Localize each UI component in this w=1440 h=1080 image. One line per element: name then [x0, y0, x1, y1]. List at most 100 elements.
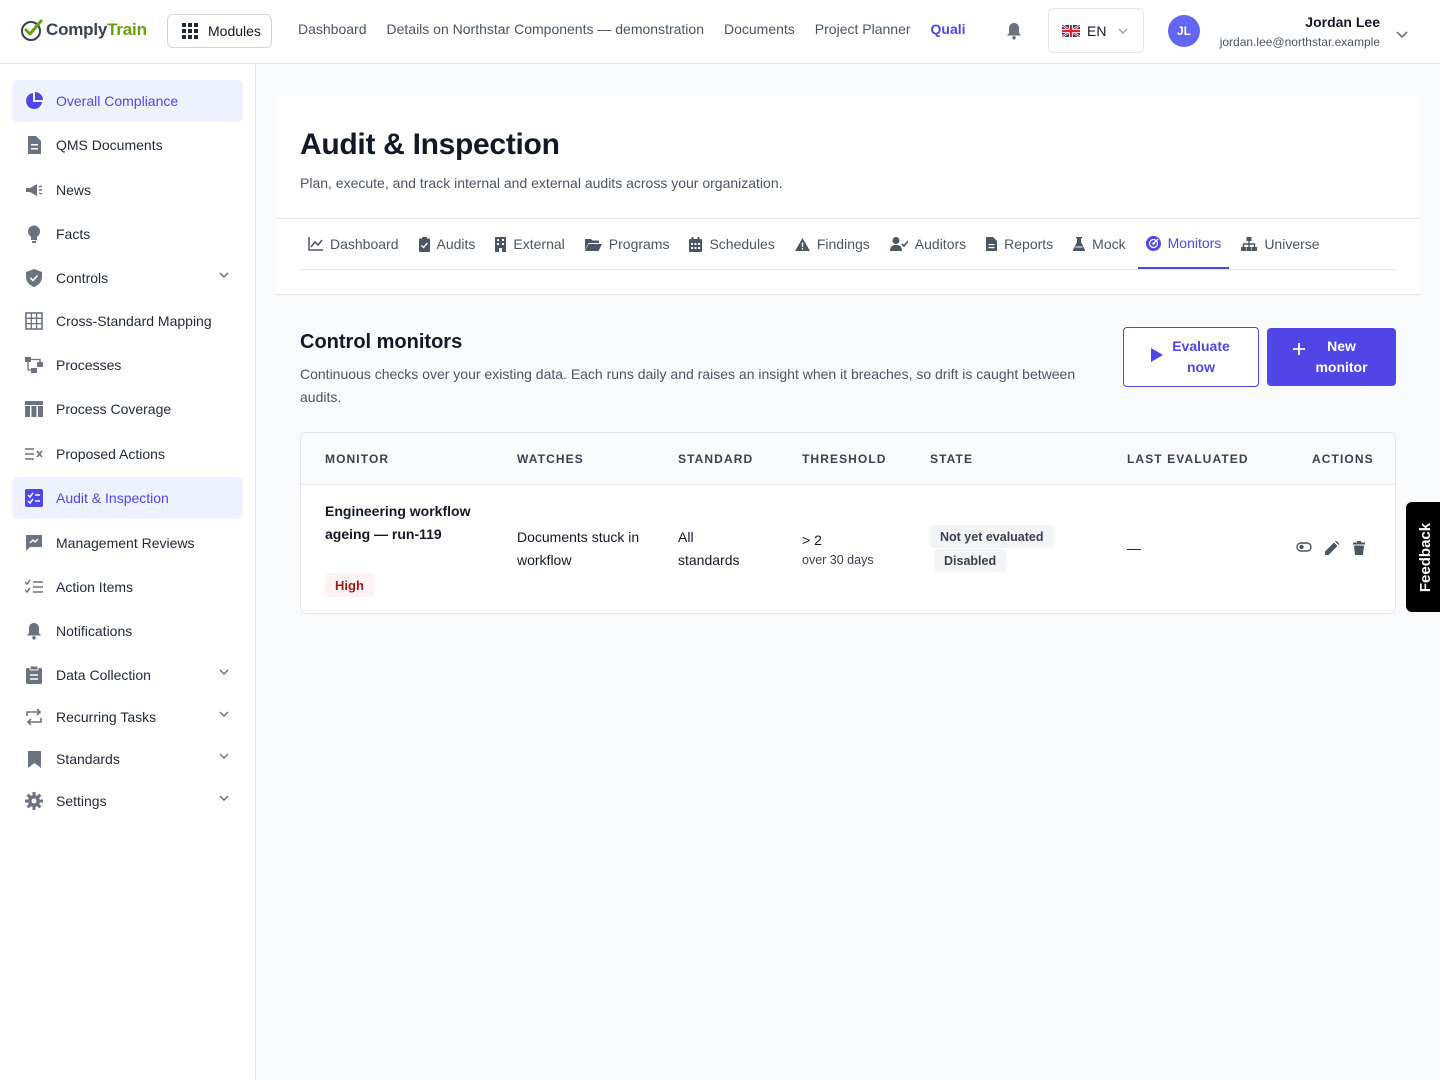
new-monitor-button[interactable]: New monitor [1267, 328, 1396, 386]
list-x-icon [24, 444, 44, 464]
sidebar-item-audit-inspection[interactable]: Audit & Inspection [12, 477, 243, 519]
lightbulb-icon [24, 224, 44, 244]
severity-badge: High [325, 573, 374, 597]
building-icon [495, 236, 507, 252]
tab-universe[interactable]: Universe [1233, 219, 1327, 269]
topnav-project-planner[interactable]: Project Planner [815, 21, 911, 37]
avatar[interactable]: JL [1168, 15, 1200, 47]
radar-icon [1145, 235, 1161, 251]
warning-icon [794, 237, 810, 251]
top-nav: Dashboard Details on Northstar Component… [298, 21, 974, 37]
delete-trash-icon[interactable] [1353, 541, 1365, 555]
feedback-tab[interactable]: Feedback [1406, 502, 1440, 612]
bookmark-icon [24, 749, 44, 769]
language-code: EN [1087, 22, 1107, 39]
monitor-name[interactable]: Engineering workflow ageing — run-119 [325, 500, 475, 545]
language-selector[interactable]: EN [1048, 8, 1144, 53]
chevron-down-icon [1118, 27, 1128, 34]
plus-icon [1292, 340, 1305, 361]
column-header-last-evaluated[interactable]: LAST EVALUATED [1127, 452, 1249, 466]
sidebar-item-data-collection[interactable]: Data Collection [12, 654, 243, 696]
user-menu-chevron-icon[interactable] [1396, 26, 1408, 44]
folder-open-icon [584, 238, 602, 251]
sidebar-item-label: QMS Documents [56, 137, 163, 153]
evaluate-now-label: Evaluate now [1172, 338, 1230, 375]
tab-mock[interactable]: Mock [1065, 219, 1133, 269]
gear-icon [24, 791, 44, 811]
sidebar-item-controls[interactable]: Controls [12, 257, 243, 299]
toggle-icon[interactable] [1296, 541, 1312, 553]
play-icon [1151, 347, 1163, 368]
sidebar-item-processes[interactable]: Processes [12, 344, 243, 386]
checklist-icon [24, 577, 44, 597]
tab-monitors[interactable]: Monitors [1137, 219, 1230, 269]
sidebar-item-label: Recurring Tasks [56, 709, 157, 725]
topnav-quali[interactable]: Quali [931, 21, 966, 37]
sidebar-item-qms-documents[interactable]: QMS Documents [12, 124, 243, 166]
tab-external[interactable]: External [487, 219, 572, 269]
sidebar-item-facts[interactable]: Facts [12, 213, 243, 255]
tab-dashboard[interactable]: Dashboard [300, 219, 407, 269]
flow-icon [24, 355, 44, 375]
tab-bar: Dashboard Audits External Programs Sched… [300, 219, 1396, 270]
topnav-documents[interactable]: Documents [724, 21, 795, 37]
table-icon [24, 311, 44, 331]
sidebar-item-label: News [56, 182, 92, 198]
tab-label: Schedules [709, 236, 775, 252]
sidebar-item-standards[interactable]: Standards [12, 738, 243, 780]
section-title: Control monitors [300, 331, 463, 353]
sidebar-item-process-coverage[interactable]: Process Coverage [12, 388, 243, 430]
sidebar-item-action-items[interactable]: Action Items [12, 566, 243, 608]
modules-button[interactable]: Modules [167, 14, 272, 48]
sidebar-item-label: Action Items [56, 579, 134, 595]
column-header-monitor[interactable]: MONITOR [325, 452, 389, 466]
evaluate-now-button[interactable]: Evaluate now [1123, 327, 1259, 387]
megaphone-icon [24, 180, 44, 200]
edit-pencil-icon[interactable] [1325, 541, 1339, 555]
last-evaluated-cell: — [1127, 540, 1141, 556]
logo-text-comply: Comply [46, 20, 108, 39]
tab-auditors[interactable]: Auditors [882, 219, 974, 269]
table-header: MONITOR WATCHES STANDARD THRESHOLD STATE… [301, 433, 1395, 485]
tab-audits[interactable]: Audits [411, 219, 484, 269]
sidebar-item-label: Overall Compliance [56, 93, 179, 109]
pie-chart-icon [24, 91, 44, 111]
tab-schedules[interactable]: Schedules [681, 219, 782, 269]
tab-label: Monitors [1167, 235, 1222, 251]
clipboard-icon [24, 665, 44, 685]
sidebar-item-recurring-tasks[interactable]: Recurring Tasks [12, 696, 243, 738]
threshold-period: over 30 days [802, 553, 874, 567]
sidebar-item-proposed-actions[interactable]: Proposed Actions [12, 433, 243, 475]
column-header-watches[interactable]: WATCHES [517, 452, 584, 466]
column-header-state[interactable]: STATE [930, 452, 973, 466]
sidebar-item-label: Settings [56, 793, 107, 809]
tab-findings[interactable]: Findings [787, 219, 878, 269]
bell-icon [24, 621, 44, 641]
sidebar-item-news[interactable]: News [12, 169, 243, 211]
app-logo[interactable]: Comply Train [20, 18, 147, 42]
topnav-dashboard[interactable]: Dashboard [298, 21, 367, 37]
sidebar-item-notifications[interactable]: Notifications [12, 610, 243, 652]
sidebar-item-label: Data Collection [56, 667, 151, 683]
tab-label: Programs [608, 236, 670, 252]
sidebar-item-overall-compliance[interactable]: Overall Compliance [12, 80, 243, 122]
state-badge-not-evaluated: Not yet evaluated [930, 525, 1054, 548]
chevron-down-icon [219, 711, 229, 717]
sidebar-item-settings[interactable]: Settings [12, 780, 243, 822]
tab-label: Audits [436, 236, 476, 252]
sidebar-item-cross-standard-mapping[interactable]: Cross-Standard Mapping [12, 300, 243, 342]
chevron-down-icon [219, 669, 229, 675]
sidebar-item-management-reviews[interactable]: Management Reviews [12, 522, 243, 564]
topnav-details[interactable]: Details on Northstar Components — demons… [387, 21, 704, 37]
page-title: Audit & Inspection [300, 128, 560, 161]
uk-flag-icon [1062, 24, 1080, 37]
sidebar-item-label: Notifications [56, 623, 133, 639]
tab-programs[interactable]: Programs [577, 219, 678, 269]
top-bar: Comply Train Modules Dashboard Details on… [0, 0, 1440, 64]
notifications-bell-icon[interactable] [1006, 22, 1022, 45]
coverage-table-icon [24, 399, 44, 419]
column-header-threshold[interactable]: THRESHOLD [802, 452, 887, 466]
tab-reports[interactable]: Reports [978, 219, 1061, 269]
state-badge-disabled: Disabled [934, 549, 1007, 572]
column-header-standard[interactable]: STANDARD [678, 452, 753, 466]
